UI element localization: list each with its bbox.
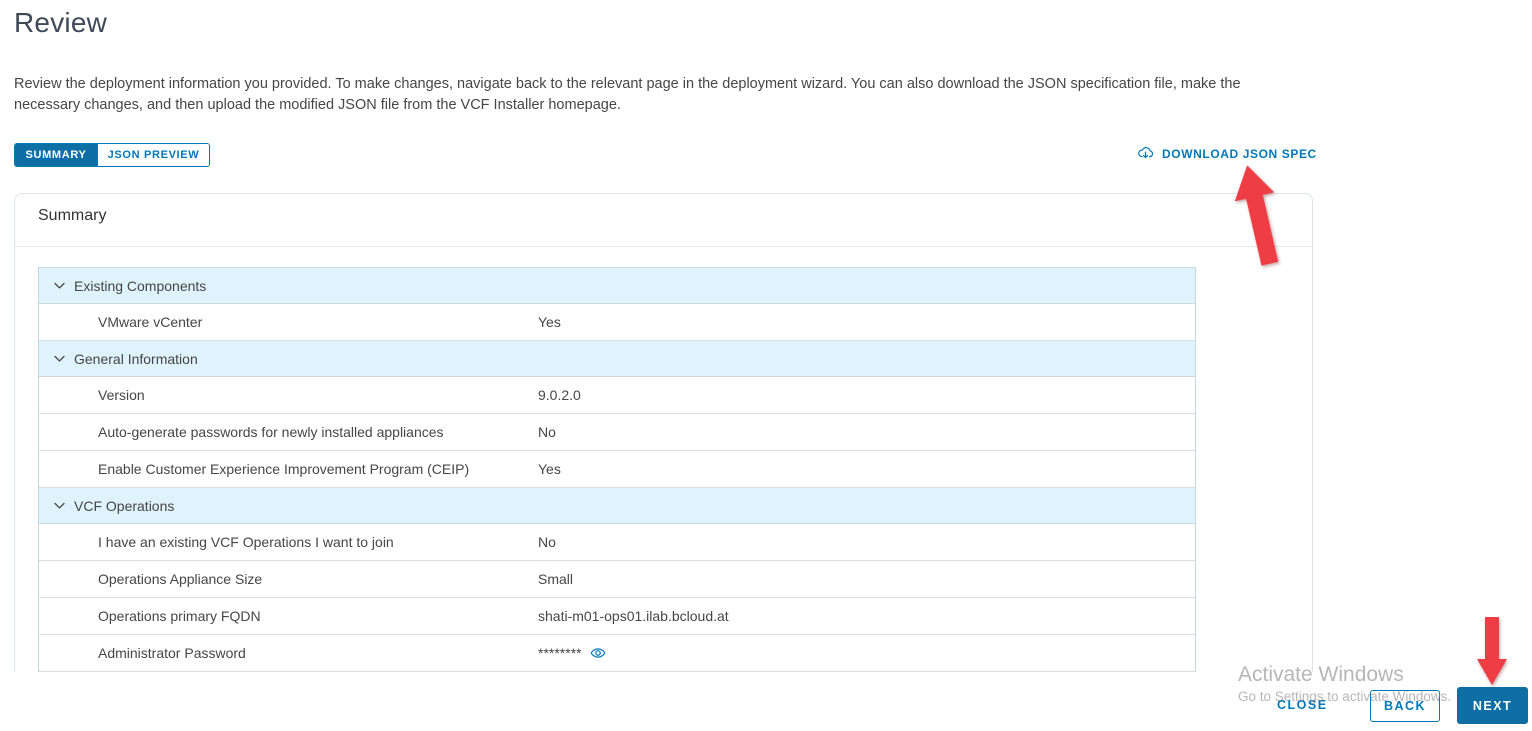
tab-summary[interactable]: SUMMARY: [15, 144, 97, 166]
row-label: Operations Appliance Size: [98, 571, 263, 587]
summary-row: Auto-generate passwords for newly instal…: [39, 414, 1195, 451]
close-button[interactable]: CLOSE: [1277, 698, 1328, 712]
eye-icon[interactable]: [590, 645, 606, 661]
next-button[interactable]: NEXT: [1457, 687, 1528, 724]
review-page: Review Review the deployment information…: [0, 0, 1532, 731]
summary-row: VMware vCenter Yes: [39, 304, 1195, 341]
section-title: Existing Components: [74, 277, 207, 294]
cloud-download-icon: [1137, 145, 1154, 162]
section-header-row[interactable]: General Information: [39, 341, 1195, 377]
section-header-row[interactable]: Existing Components: [39, 268, 1195, 304]
password-masked-value: ********: [538, 645, 606, 661]
red-arrow-annotation-next: [1477, 617, 1507, 685]
section-title: VCF Operations: [74, 497, 175, 514]
row-value: 9.0.2.0: [538, 387, 581, 403]
summary-row: I have an existing VCF Operations I want…: [39, 524, 1195, 561]
row-value: shati-m01-ops01.ilab.bcloud.at: [538, 608, 729, 624]
row-value: Small: [538, 571, 574, 587]
page-title: Review: [14, 7, 108, 38]
description-line-2: necessary changes, and then upload the m…: [14, 96, 621, 113]
row-value: No: [538, 424, 556, 440]
download-json-spec-link[interactable]: DOWNLOAD JSON SPEC: [1137, 145, 1317, 162]
row-label: Operations primary FQDN: [98, 608, 261, 624]
panel-divider: [15, 246, 1312, 247]
row-label: VMware vCenter: [98, 314, 203, 330]
section-header-row[interactable]: VCF Operations: [39, 488, 1195, 524]
summary-row: Version 9.0.2.0: [39, 377, 1195, 414]
summary-table: Existing Components VMware vCenter Yes Gene…: [38, 267, 1196, 672]
row-label: Enable Customer Experience Improvement P…: [98, 461, 470, 477]
row-value: No: [538, 534, 556, 550]
row-value: Yes: [538, 314, 561, 330]
chevron-down-icon: [52, 499, 66, 513]
section-title: General Information: [74, 350, 198, 367]
summary-row: Operations primary FQDN shati-m01-ops01.i…: [39, 598, 1195, 635]
download-link-label: DOWNLOAD JSON SPEC: [1162, 146, 1317, 161]
description-line-1: Review the deployment information you pr…: [14, 76, 1241, 92]
summary-row: Operations Appliance Size Small: [39, 561, 1195, 598]
summary-row: Enable Customer Experience Improvement P…: [39, 451, 1195, 488]
page-description: Review the deployment information you pr…: [14, 74, 1241, 115]
row-label: Version: [98, 387, 145, 403]
row-label: Auto-generate passwords for newly instal…: [98, 424, 444, 440]
row-label: I have an existing VCF Operations I want…: [98, 534, 394, 550]
row-label: Administrator Password: [98, 645, 246, 661]
chevron-down-icon: [52, 279, 66, 293]
summary-row: Administrator Password ********: [39, 635, 1195, 672]
summary-panel: Summary Existing Components VMware vCente…: [14, 193, 1313, 672]
chevron-down-icon: [52, 352, 66, 366]
back-button[interactable]: BACK: [1370, 690, 1440, 722]
panel-title: Summary: [38, 207, 107, 224]
view-toggle-group: SUMMARY JSON PREVIEW: [14, 143, 210, 167]
row-value: Yes: [538, 461, 561, 477]
tab-json-preview[interactable]: JSON PREVIEW: [97, 144, 209, 166]
